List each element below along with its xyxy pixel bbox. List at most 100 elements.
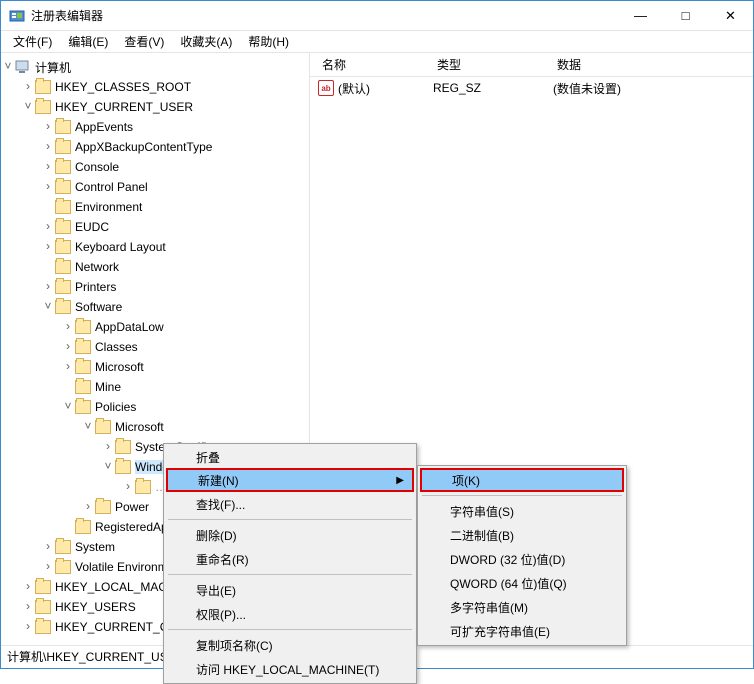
expander-icon[interactable]: › xyxy=(121,480,135,494)
tree-item[interactable]: ›AppEvents xyxy=(41,117,309,137)
tree-item[interactable]: › Keyboard Layout xyxy=(41,237,309,257)
ctx-collapse[interactable]: 折叠 xyxy=(166,446,414,468)
tree-label: HKEY_USERS xyxy=(55,600,136,614)
folder-icon xyxy=(35,580,51,594)
column-data[interactable]: 数据 xyxy=(553,56,753,73)
ctx-goto-hklm[interactable]: 访问 HKEY_LOCAL_MACHINE(T) xyxy=(166,657,414,681)
column-type[interactable]: 类型 xyxy=(433,56,553,73)
folder-icon xyxy=(35,100,51,114)
expander-icon[interactable]: › xyxy=(41,240,55,254)
tree-label: Policies xyxy=(95,400,136,414)
expander-icon[interactable]: › xyxy=(21,600,35,614)
folder-icon xyxy=(35,80,51,94)
folder-icon xyxy=(95,420,111,434)
menu-file[interactable]: 文件(F) xyxy=(5,31,60,52)
ctx-export[interactable]: 导出(E) xyxy=(166,578,414,602)
ctx-copykeyname[interactable]: 复制项名称(C) xyxy=(166,633,414,657)
expander-icon[interactable]: ˅ xyxy=(61,400,75,414)
ctx-new[interactable]: 新建(N)▶ xyxy=(166,468,414,492)
ctx-new-binary[interactable]: 二进制值(B) xyxy=(420,523,624,547)
tree-item[interactable]: ›Printers xyxy=(41,277,309,297)
tree-policies[interactable]: ˅ Policies xyxy=(61,397,309,417)
expander-icon[interactable]: ˅ xyxy=(81,420,95,434)
ctx-new-multistring[interactable]: 多字符串值(M) xyxy=(420,595,624,619)
tree-item[interactable]: › Classes xyxy=(61,337,309,357)
expander-icon[interactable]: › xyxy=(81,500,95,514)
tree-item[interactable]: ›EUDC xyxy=(41,217,309,237)
regedit-icon xyxy=(9,8,25,24)
tree-item[interactable]: ·Network xyxy=(41,257,309,277)
menu-edit[interactable]: 编辑(E) xyxy=(60,31,116,52)
expander-icon[interactable]: › xyxy=(41,280,55,294)
menu-view[interactable]: 查看(V) xyxy=(116,31,172,52)
context-menu: 折叠 新建(N)▶ 查找(F)... 删除(D) 重命名(R) 导出(E) 权限… xyxy=(163,443,417,684)
expander-icon[interactable]: › xyxy=(41,560,55,574)
expander-icon[interactable]: ˅ xyxy=(41,300,55,314)
expander-icon[interactable]: › xyxy=(21,80,35,94)
expander-icon[interactable]: › xyxy=(61,340,75,354)
expander-icon[interactable]: › xyxy=(41,140,55,154)
close-button[interactable]: ✕ xyxy=(708,1,753,30)
folder-icon xyxy=(75,360,91,374)
expander-icon: · xyxy=(41,260,55,274)
folder-icon xyxy=(115,440,131,454)
tree-item[interactable]: ›Microsoft xyxy=(61,357,309,377)
tree-label: HKEY_CLASSES_ROOT xyxy=(55,80,191,94)
folder-icon xyxy=(55,560,71,574)
tree-item[interactable]: ·Mine xyxy=(61,377,309,397)
expander-icon[interactable]: › xyxy=(101,440,115,454)
menubar: 文件(F) 编辑(E) 查看(V) 收藏夹(A) 帮助(H) xyxy=(1,31,753,53)
tree-label: Software xyxy=(75,300,122,314)
expander-icon[interactable]: › xyxy=(41,160,55,174)
tree-item[interactable]: ·Environment xyxy=(41,197,309,217)
tree-label: Keyboard Layout xyxy=(75,240,166,254)
expander-icon[interactable]: › xyxy=(41,540,55,554)
ctx-new-string[interactable]: 字符串值(S) xyxy=(420,499,624,523)
tree-item[interactable]: ›Console xyxy=(41,157,309,177)
expander-icon[interactable]: › xyxy=(21,620,35,634)
ctx-find[interactable]: 查找(F)... xyxy=(166,492,414,516)
folder-icon xyxy=(75,400,91,414)
ctx-rename[interactable]: 重命名(R) xyxy=(166,547,414,571)
tree-item[interactable]: ›Control Panel xyxy=(41,177,309,197)
expander-icon[interactable]: › xyxy=(41,180,55,194)
tree-label: Classes xyxy=(95,340,138,354)
folder-icon xyxy=(135,480,151,494)
ctx-permissions[interactable]: 权限(P)... xyxy=(166,602,414,626)
minimize-button[interactable]: — xyxy=(618,1,663,30)
folder-icon xyxy=(35,600,51,614)
tree-hkcu[interactable]: ˅ HKEY_CURRENT_USER xyxy=(21,97,309,117)
expander-icon[interactable]: ˅ xyxy=(21,100,35,114)
maximize-button[interactable]: □ xyxy=(663,1,708,30)
menu-favorites[interactable]: 收藏夹(A) xyxy=(172,31,240,52)
computer-icon xyxy=(15,60,31,74)
menu-help[interactable]: 帮助(H) xyxy=(240,31,297,52)
tree-label: HKEY_CURRENT_USER xyxy=(55,100,193,114)
folder-icon xyxy=(75,520,91,534)
folder-icon xyxy=(55,200,71,214)
expander-icon[interactable]: › xyxy=(61,320,75,334)
ctx-new-dword[interactable]: DWORD (32 位)值(D) xyxy=(420,547,624,571)
tree-software[interactable]: ˅ Software xyxy=(41,297,309,317)
expander-icon[interactable]: › xyxy=(41,120,55,134)
tree-item[interactable]: ›AppXBackupContentType xyxy=(41,137,309,157)
expander-icon[interactable]: ˅ xyxy=(1,60,15,74)
ctx-delete[interactable]: 删除(D) xyxy=(166,523,414,547)
tree-hkcr[interactable]: › HKEY_CLASSES_ROOT xyxy=(21,77,309,97)
ctx-new-key[interactable]: 项(K) xyxy=(420,468,624,492)
ctx-new-qword[interactable]: QWORD (64 位)值(Q) xyxy=(420,571,624,595)
folder-icon xyxy=(55,300,71,314)
expander-icon[interactable]: › xyxy=(21,580,35,594)
value-type: REG_SZ xyxy=(433,81,553,95)
tree-computer[interactable]: ˅计算机 xyxy=(1,57,309,77)
tree-microsoft2[interactable]: ˅Microsoft xyxy=(81,417,309,437)
list-row[interactable]: ab (默认) REG_SZ (数值未设置) xyxy=(310,77,753,99)
expander-icon[interactable]: ˅ xyxy=(101,460,115,474)
expander-icon[interactable]: › xyxy=(41,220,55,234)
tree-item[interactable]: ›AppDataLow xyxy=(61,317,309,337)
expander-icon: · xyxy=(61,380,75,394)
expander-icon[interactable]: › xyxy=(61,360,75,374)
folder-icon xyxy=(55,260,71,274)
column-name[interactable]: 名称 xyxy=(318,56,433,73)
ctx-new-expandstring[interactable]: 可扩充字符串值(E) xyxy=(420,619,624,643)
